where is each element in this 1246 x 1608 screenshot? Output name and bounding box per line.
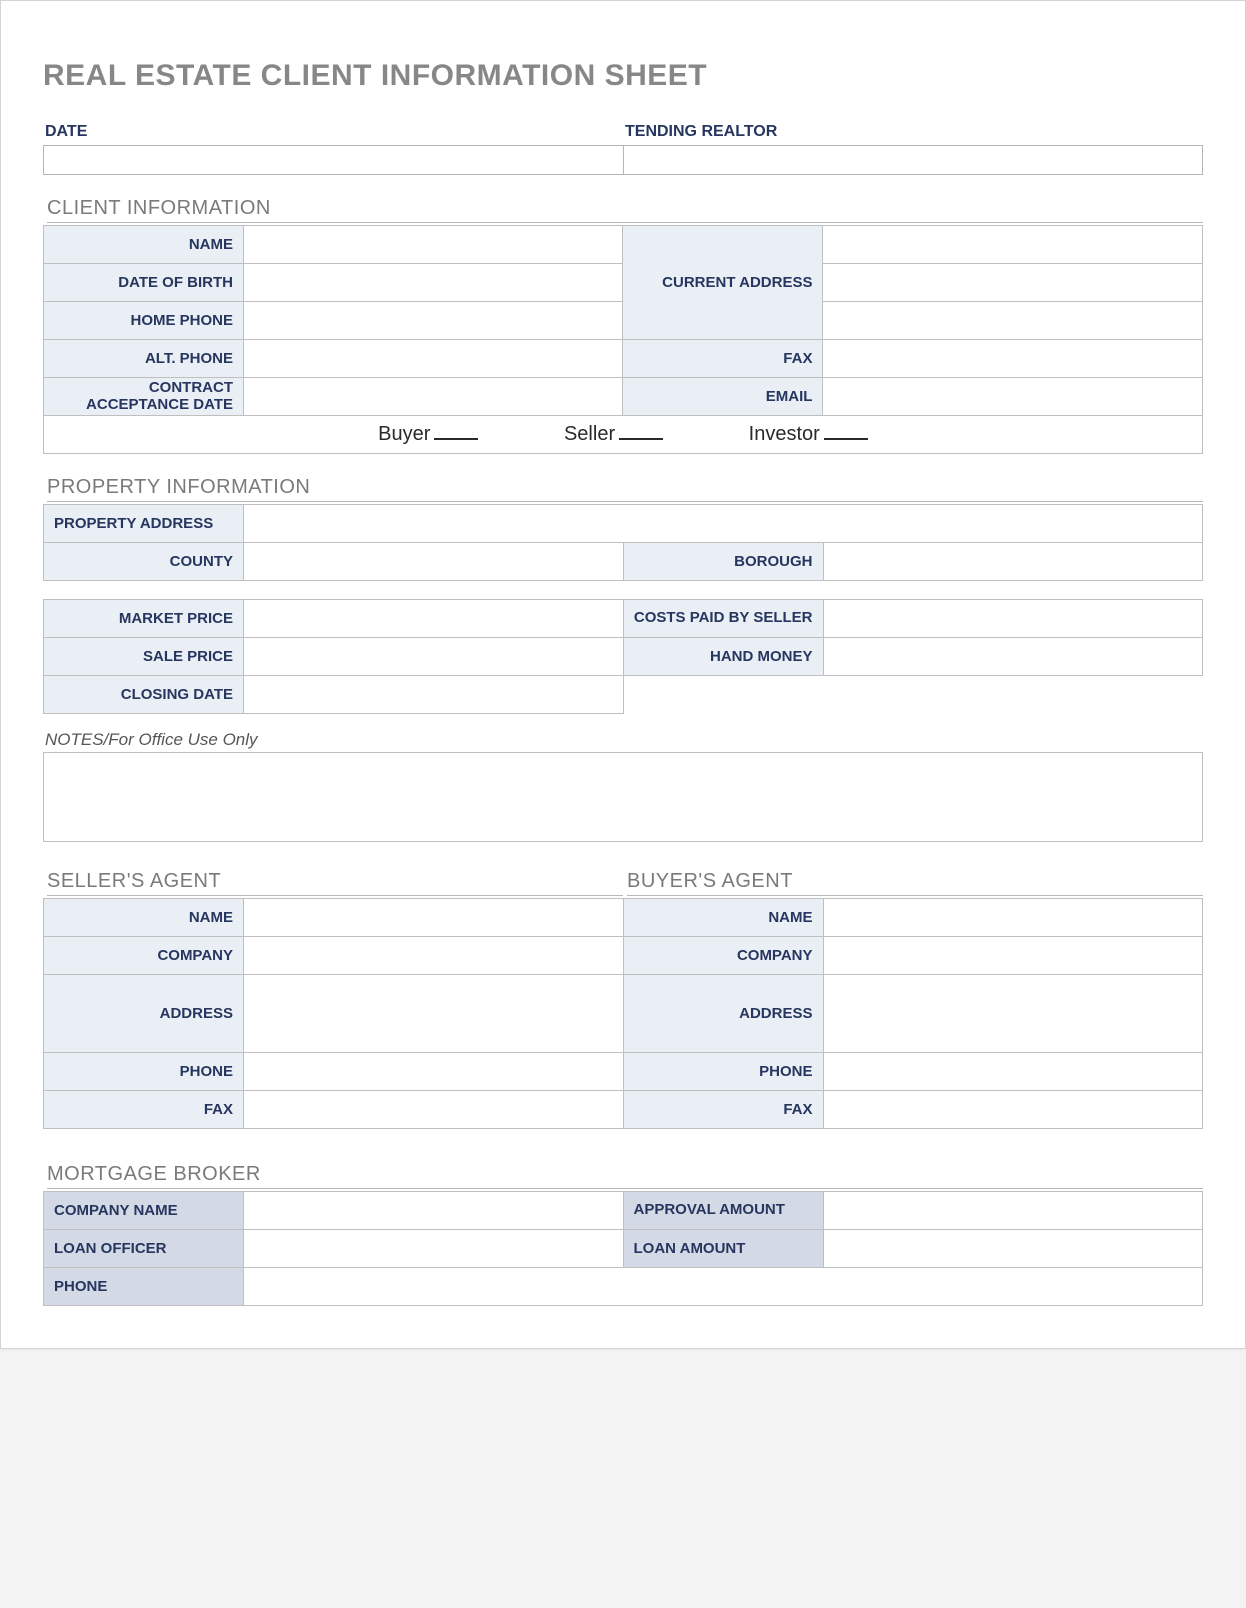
property-address-table: PROPERTY ADDRESS COUNTY BOROUGH xyxy=(43,504,1203,581)
input-home-phone[interactable] xyxy=(244,302,623,340)
seller-agent-heading: SELLER'S AGENT xyxy=(47,870,623,896)
input-fax[interactable] xyxy=(823,340,1203,378)
input-seller-company[interactable] xyxy=(244,937,624,975)
input-current-address-3[interactable] xyxy=(823,302,1203,340)
input-email[interactable] xyxy=(823,378,1203,416)
label-approval-amount: APPROVAL AMOUNT xyxy=(623,1192,823,1230)
broker-heading: MORTGAGE BROKER xyxy=(47,1163,1203,1189)
notes-input[interactable] xyxy=(43,752,1203,842)
input-seller-name[interactable] xyxy=(244,899,624,937)
input-market-price[interactable] xyxy=(244,600,624,638)
date-label: DATE xyxy=(43,123,623,145)
label-hand-money: HAND MONEY xyxy=(623,638,823,676)
input-broker-company[interactable] xyxy=(244,1192,624,1230)
type-seller[interactable]: Seller xyxy=(564,423,663,446)
input-county[interactable] xyxy=(244,543,624,581)
label-loan-officer: LOAN OFFICER xyxy=(44,1230,244,1268)
input-buyer-company[interactable] xyxy=(823,937,1203,975)
label-current-address: CURRENT ADDRESS xyxy=(623,226,823,340)
buyer-agent-heading: BUYER'S AGENT xyxy=(627,870,1203,896)
input-approval-amount[interactable] xyxy=(823,1192,1203,1230)
input-current-address-1[interactable] xyxy=(823,226,1203,264)
input-hand-money[interactable] xyxy=(823,638,1203,676)
label-market-price: MARKET PRICE xyxy=(44,600,244,638)
label-dob: DATE OF BIRTH xyxy=(44,264,244,302)
input-buyer-name[interactable] xyxy=(823,899,1203,937)
label-buyer-address: ADDRESS xyxy=(623,975,823,1053)
input-buyer-address[interactable] xyxy=(823,975,1203,1053)
label-buyer-company: COMPANY xyxy=(623,937,823,975)
realtor-label: TENDING REALTOR xyxy=(623,123,1203,145)
property-info-heading: PROPERTY INFORMATION xyxy=(47,476,1203,502)
realtor-input[interactable] xyxy=(623,145,1203,175)
label-borough: BOROUGH xyxy=(623,543,823,581)
label-name: NAME xyxy=(44,226,244,264)
label-broker-company: COMPANY NAME xyxy=(44,1192,244,1230)
input-seller-phone[interactable] xyxy=(244,1053,624,1091)
date-input[interactable] xyxy=(43,145,623,175)
label-closing-date: CLOSING DATE xyxy=(44,676,244,714)
label-buyer-phone: PHONE xyxy=(623,1053,823,1091)
client-info-table: NAME CURRENT ADDRESS DATE OF BIRTH HOME … xyxy=(43,225,1203,454)
label-seller-address: ADDRESS xyxy=(44,975,244,1053)
input-property-address[interactable] xyxy=(244,505,1203,543)
label-contract-date: CONTRACT ACCEPTANCE DATE xyxy=(44,378,244,416)
label-costs-paid: COSTS PAID BY SELLER xyxy=(623,600,823,638)
top-row: DATE TENDING REALTOR xyxy=(43,123,1203,175)
input-seller-address[interactable] xyxy=(244,975,624,1053)
label-buyer-fax: FAX xyxy=(623,1091,823,1129)
input-sale-price[interactable] xyxy=(244,638,624,676)
label-email: EMAIL xyxy=(623,378,823,416)
type-investor-label: Investor xyxy=(749,423,820,445)
input-buyer-phone[interactable] xyxy=(823,1053,1203,1091)
broker-table: COMPANY NAME APPROVAL AMOUNT LOAN OFFICE… xyxy=(43,1191,1203,1306)
label-property-address: PROPERTY ADDRESS xyxy=(44,505,244,543)
label-buyer-name: NAME xyxy=(623,899,823,937)
input-alt-phone[interactable] xyxy=(244,340,623,378)
agents-heading-row: SELLER'S AGENT BUYER'S AGENT xyxy=(43,842,1203,898)
label-broker-phone: PHONE xyxy=(44,1268,244,1306)
input-loan-officer[interactable] xyxy=(244,1230,624,1268)
input-broker-phone[interactable] xyxy=(244,1268,1203,1306)
input-borough[interactable] xyxy=(823,543,1203,581)
label-sale-price: SALE PRICE xyxy=(44,638,244,676)
input-costs-paid[interactable] xyxy=(823,600,1203,638)
client-info-heading: CLIENT INFORMATION xyxy=(47,197,1203,223)
label-seller-fax: FAX xyxy=(44,1091,244,1129)
label-seller-company: COMPANY xyxy=(44,937,244,975)
input-seller-fax[interactable] xyxy=(244,1091,624,1129)
type-buyer[interactable]: Buyer xyxy=(378,423,478,446)
page-title: REAL ESTATE CLIENT INFORMATION SHEET xyxy=(43,59,1203,93)
label-alt-phone: ALT. PHONE xyxy=(44,340,244,378)
input-name[interactable] xyxy=(244,226,623,264)
label-loan-amount: LOAN AMOUNT xyxy=(623,1230,823,1268)
label-fax: FAX xyxy=(623,340,823,378)
label-seller-name: NAME xyxy=(44,899,244,937)
label-seller-phone: PHONE xyxy=(44,1053,244,1091)
input-contract-date[interactable] xyxy=(244,378,623,416)
client-type-row: Buyer Seller Investor xyxy=(44,416,1203,454)
input-current-address-2[interactable] xyxy=(823,264,1203,302)
input-dob[interactable] xyxy=(244,264,623,302)
type-buyer-label: Buyer xyxy=(378,423,430,445)
label-county: COUNTY xyxy=(44,543,244,581)
input-closing-date[interactable] xyxy=(244,676,624,714)
agents-table: NAME NAME COMPANY COMPANY ADDRESS ADDRES… xyxy=(43,898,1203,1129)
label-home-phone: HOME PHONE xyxy=(44,302,244,340)
input-buyer-fax[interactable] xyxy=(823,1091,1203,1129)
page: REAL ESTATE CLIENT INFORMATION SHEET DAT… xyxy=(0,0,1246,1349)
pricing-table: MARKET PRICE COSTS PAID BY SELLER SALE P… xyxy=(43,599,1203,714)
input-loan-amount[interactable] xyxy=(823,1230,1203,1268)
type-seller-label: Seller xyxy=(564,423,615,445)
notes-label: NOTES/For Office Use Only xyxy=(45,730,1203,750)
type-investor[interactable]: Investor xyxy=(749,423,868,446)
